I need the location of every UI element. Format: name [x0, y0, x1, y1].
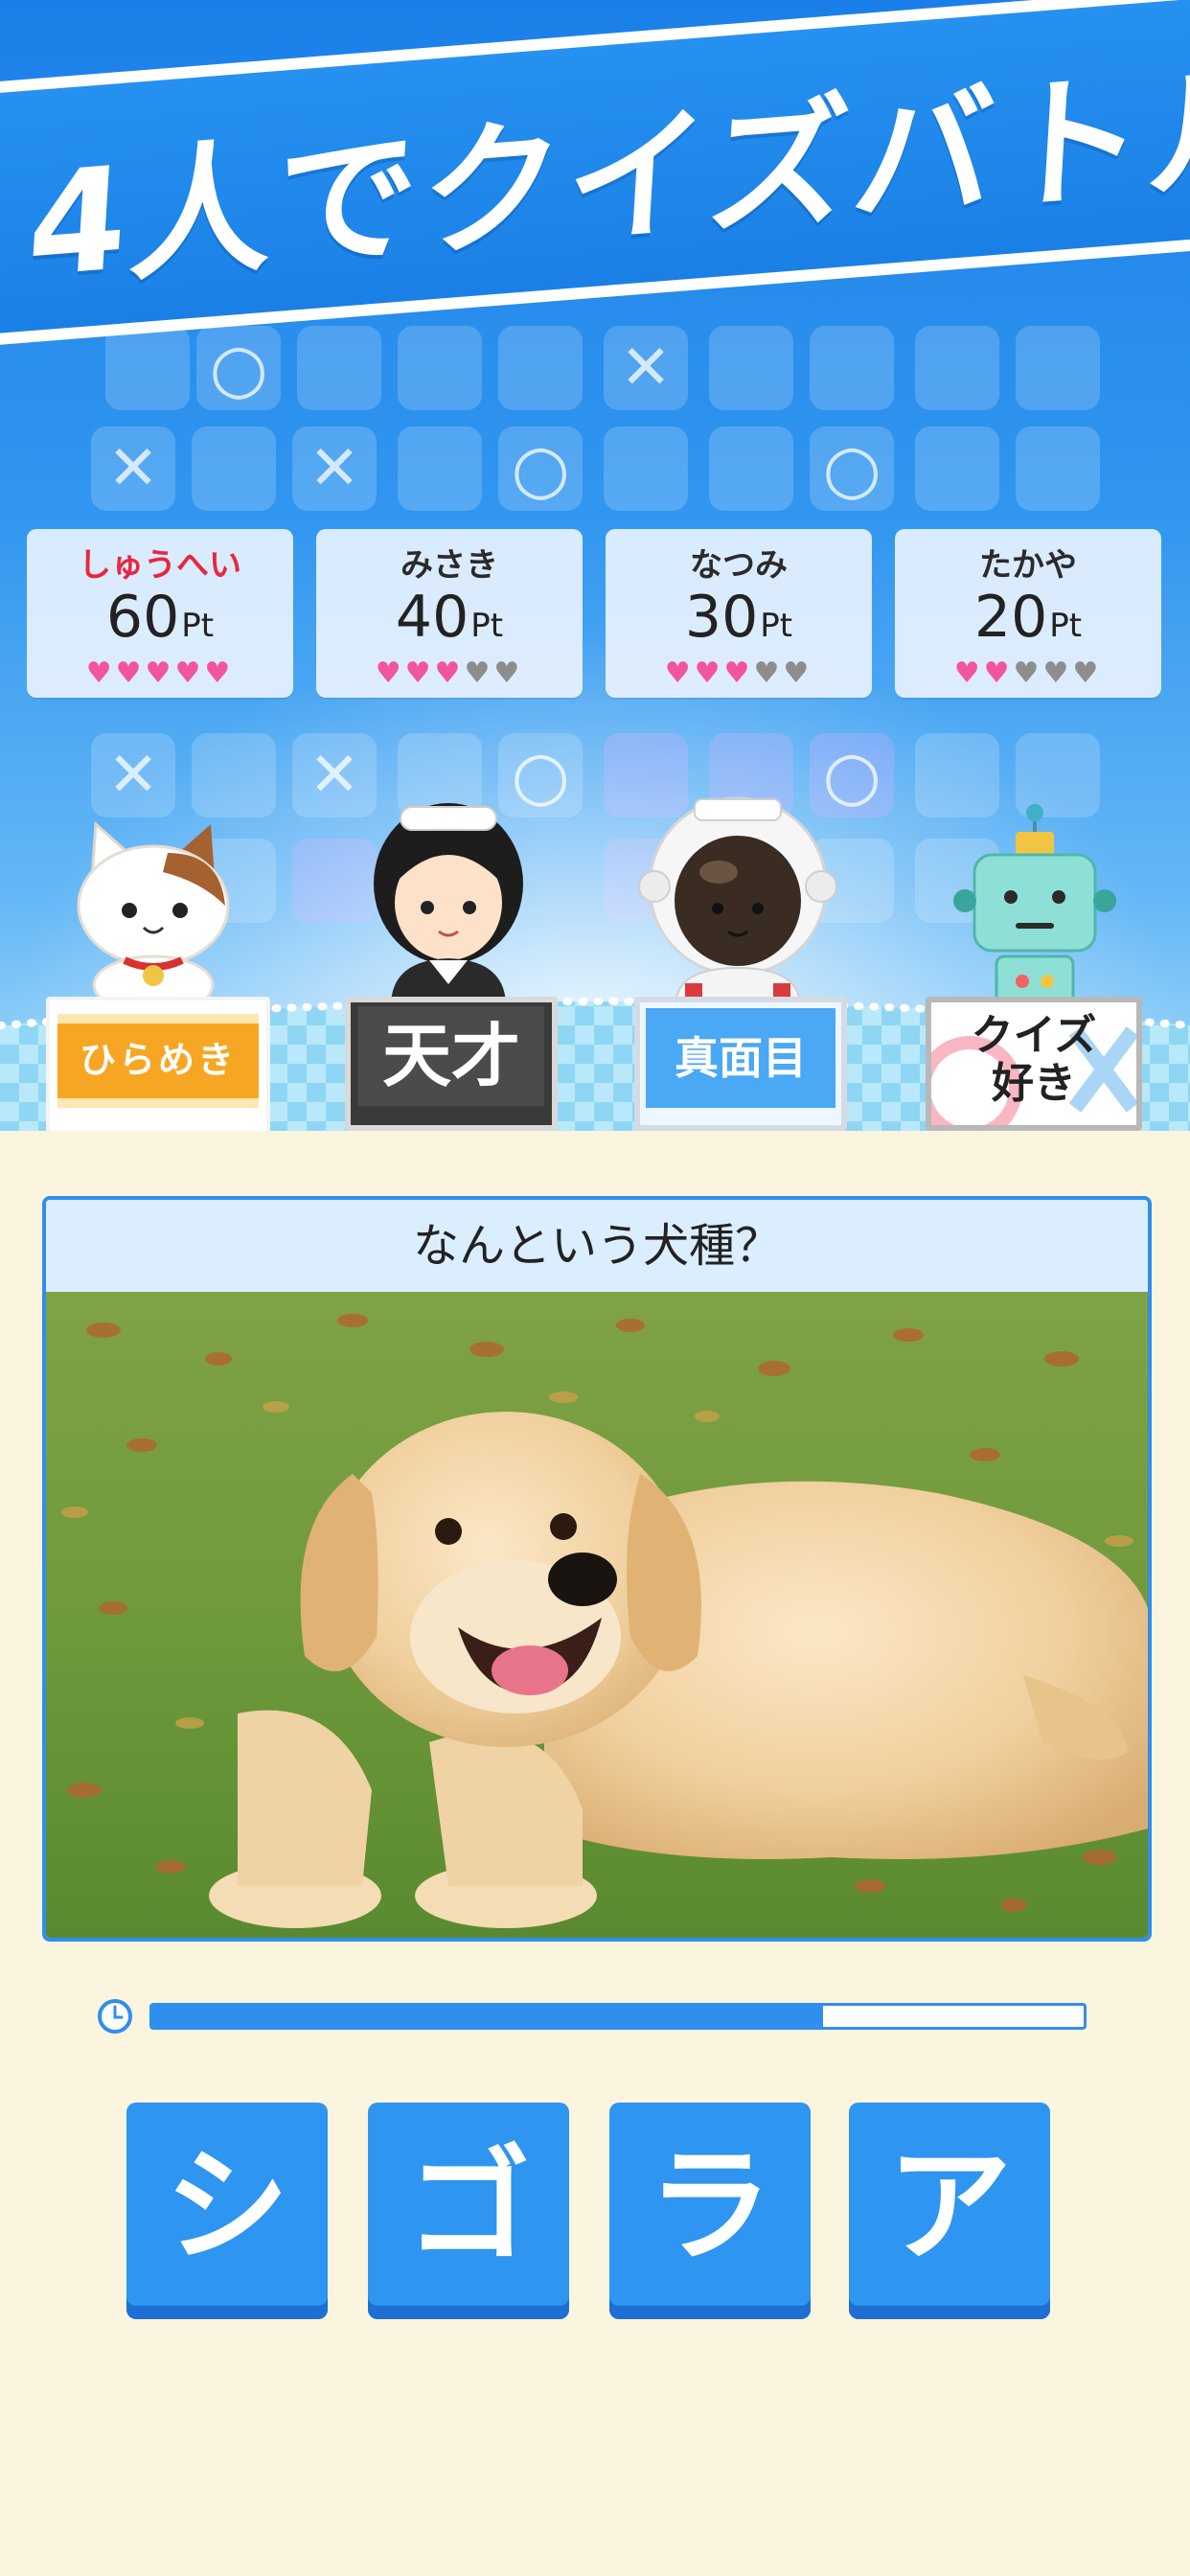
banner-title: 4人でクイズバトル! [23, 37, 1190, 310]
podium-label: ひらめき [57, 1014, 259, 1108]
heart-icon: ♥ [434, 656, 465, 690]
time-remaining-bar [149, 2003, 1087, 2030]
player-points: 20Pt [973, 584, 1083, 651]
cat-character-icon [77, 820, 230, 1006]
heart-icon: ♥ [953, 656, 984, 690]
player-card-4: たかや 20Pt ♥♥♥♥♥ [895, 529, 1161, 698]
heart-icon: ♥ [174, 656, 205, 690]
player-name: たかや [979, 546, 1077, 585]
player-card-3: なつみ 30Pt ♥♥♥♥♥ [606, 529, 872, 698]
player-name: しゅうへい [79, 546, 241, 585]
answer-key-1[interactable]: シ [126, 2103, 328, 2319]
podium-1: ひらめき [46, 997, 270, 1131]
dog-photo [46, 1292, 1148, 1938]
player-card-2: みさき 40Pt ♥♥♥♥♥ [316, 529, 583, 698]
player-name: なつみ [690, 546, 788, 585]
heart-icon: ♥ [404, 656, 435, 690]
heart-icon: ♥ [664, 656, 695, 690]
heart-icon: ♥ [145, 656, 175, 690]
clock-icon [98, 1999, 132, 2034]
astronaut-character-icon [638, 796, 837, 1006]
player-points: 60Pt [105, 584, 215, 651]
heart-icon: ♥ [783, 656, 813, 690]
question-text: なんという犬種？ [46, 1200, 1148, 1292]
heart-icon: ♥ [694, 656, 724, 690]
player-points: 30Pt [684, 584, 793, 651]
player-card-1: しゅうへい 60Pt ♥♥♥♥♥ [27, 529, 293, 698]
heart-icon: ♥ [464, 656, 494, 690]
heart-icon: ♥ [85, 656, 116, 690]
heart-icon: ♥ [1072, 656, 1103, 690]
podium-label: 天才 [358, 1006, 544, 1106]
podium-4: クイズ好き [926, 997, 1142, 1131]
answer-key-4[interactable]: ア [849, 2103, 1050, 2319]
player-hearts: ♥♥♥♥♥ [316, 657, 583, 690]
podium-2: 天才 [345, 997, 558, 1131]
title-banner: 4人でクイズバトル! [0, 0, 1190, 347]
heart-icon: ♥ [1013, 656, 1043, 690]
time-remaining-fill [152, 2006, 823, 2027]
podium-label: 真面目 [646, 1008, 835, 1108]
podium-3: 真面目 [634, 997, 847, 1131]
heart-icon: ♥ [493, 656, 524, 690]
answer-key-2[interactable]: ゴ [368, 2103, 569, 2319]
maid-character-icon [374, 803, 523, 1006]
quiz-stage: ○ ✕ ✕ ✕ ○ ○ ✕ ✕ ○ ○ [0, 0, 1190, 1131]
player-name: みさき [400, 546, 498, 585]
player-hearts: ♥♥♥♥♥ [27, 657, 293, 690]
heart-icon: ♥ [204, 656, 235, 690]
heart-icon: ♥ [115, 656, 146, 690]
heart-icon: ♥ [753, 656, 784, 690]
podium-label: クイズ好き [971, 1011, 1097, 1108]
answer-key-3[interactable]: ラ [609, 2103, 811, 2319]
player-points: 40Pt [395, 584, 504, 651]
heart-icon: ♥ [983, 656, 1014, 690]
heart-icon: ♥ [375, 656, 405, 690]
heart-icon: ♥ [1042, 656, 1073, 690]
robot-character-icon [953, 804, 1116, 1006]
question-panel: なんという犬種？ [42, 1196, 1152, 1942]
player-hearts: ♥♥♥♥♥ [895, 657, 1161, 690]
player-hearts: ♥♥♥♥♥ [606, 657, 872, 690]
heart-icon: ♥ [723, 656, 754, 690]
